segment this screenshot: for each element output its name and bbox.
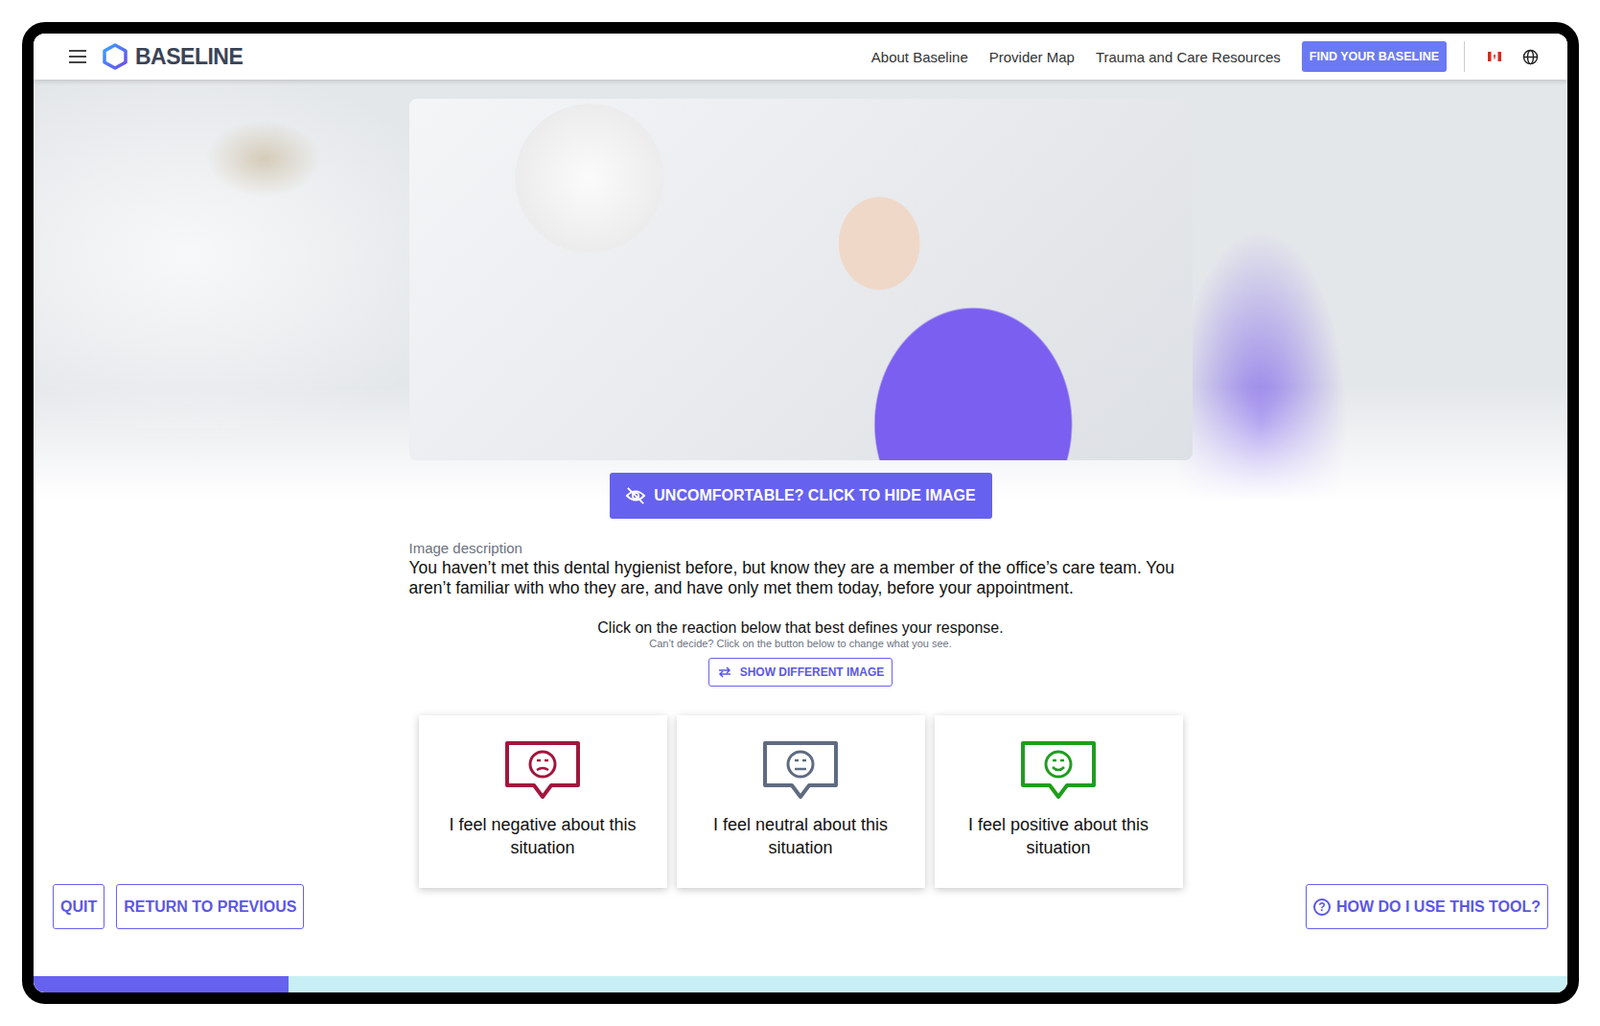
hide-image-button[interactable]: UNCOMFORTABLE? CLICK TO HIDE IMAGE (609, 472, 993, 519)
scenario-photo (409, 98, 1193, 461)
eye-slash-icon (625, 486, 647, 506)
nav: About Baseline Provider Map Trauma and Car… (871, 41, 1539, 72)
swap-arrows-icon (717, 666, 733, 678)
hamburger-icon[interactable] (68, 48, 88, 65)
canada-flag-icon[interactable] (1487, 51, 1502, 62)
footer-button[interactable]: QUIT (52, 883, 105, 929)
show-different-image-button[interactable]: SHOW DIFFERENT IMAGE (708, 657, 894, 687)
find-baseline-button[interactable]: FIND YOUR BASELINE (1301, 41, 1447, 72)
description-label: Image description (409, 538, 1193, 558)
content: Image descriptionYou haven’t met this de… (409, 538, 1193, 888)
reaction-card[interactable]: I feel neutral about this situation (676, 715, 926, 888)
positive-reaction-icon (1020, 740, 1097, 802)
description-text: You haven’t met this dental hygienist be… (409, 557, 1193, 599)
nav-link[interactable]: About Baseline (871, 48, 969, 66)
neutral-reaction-icon (762, 740, 839, 802)
progress-bar (33, 975, 1568, 993)
reaction-label: I feel negative about this situation (441, 812, 644, 859)
help-button[interactable]: ?HOW DO I USE THIS TOOL? (1305, 883, 1549, 929)
footer-button[interactable]: RETURN TO PREVIOUS (115, 883, 304, 929)
brand: BASELINE (68, 43, 243, 70)
reaction-label: I feel positive about this situation (957, 812, 1160, 859)
reaction-card[interactable]: I feel positive about this situation (934, 715, 1183, 888)
separator (1463, 41, 1465, 72)
reaction-cards: I feel negative about this situation I fe… (409, 715, 1193, 888)
prompt: Click on the reaction below that best de… (409, 618, 1193, 687)
prompt-text: Click on the reaction below that best de… (597, 618, 1003, 638)
nav-link[interactable]: Trauma and Care Resources (1095, 48, 1281, 66)
footer-left: QUITRETURN TO PREVIOUS (52, 883, 304, 929)
device-frame: BASELINE About Baseline Provider Map Trauma… (22, 22, 1579, 1004)
footer: QUITRETURN TO PREVIOUS ?HOW DO I USE THIS… (33, 883, 1568, 929)
screen: BASELINE About Baseline Provider Map Trauma… (33, 33, 1568, 993)
reaction-label: I feel neutral about this situation (699, 812, 902, 859)
reaction-card[interactable]: I feel negative about this situation (418, 715, 668, 888)
hexagon-logo-icon[interactable] (102, 43, 128, 70)
nav-link[interactable]: Provider Map (989, 48, 1075, 66)
help-icon: ? (1313, 898, 1331, 916)
negative-reaction-icon (504, 740, 581, 802)
globe-icon[interactable] (1522, 48, 1539, 66)
hero: UNCOMFORTABLE? CLICK TO HIDE IMAGE (33, 79, 1568, 519)
progress-fill (33, 975, 289, 993)
prompt-hint: Can’t decide? Click on the button below … (649, 637, 952, 650)
header: BASELINE About Baseline Provider Map Trauma… (33, 33, 1568, 80)
logo-text[interactable]: BASELINE (135, 44, 243, 70)
